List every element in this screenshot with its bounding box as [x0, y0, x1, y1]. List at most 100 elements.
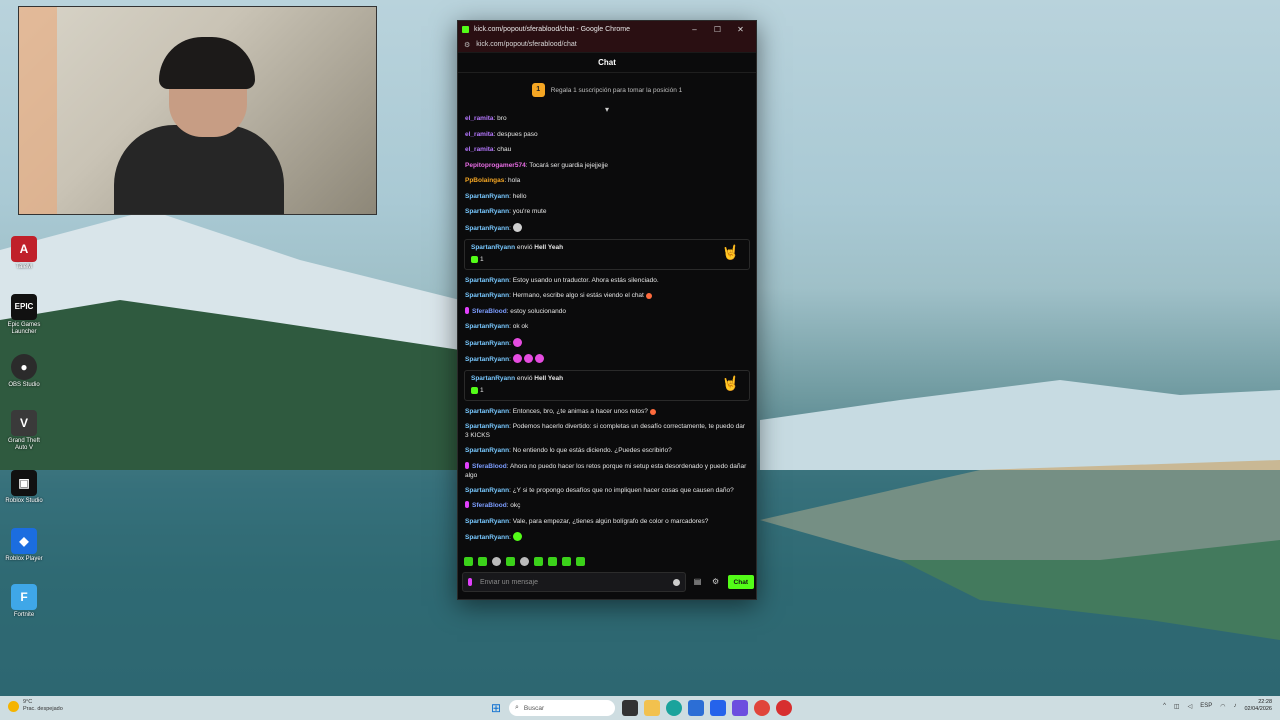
address-bar[interactable]: ⚙ kick.com/popout/sferablood/chat	[458, 37, 756, 53]
chat-username[interactable]: SpartanRyann	[465, 518, 509, 525]
emote-button[interactable]	[534, 557, 543, 566]
desktop-icon-obs[interactable]: ● OBS Studio	[4, 354, 44, 389]
emote-button[interactable]	[562, 557, 571, 566]
chat-username[interactable]: SpartanRyann	[465, 193, 509, 200]
emote-button[interactable]	[520, 557, 529, 566]
chat-text: Vale, para empezar, ¿tienes algún bolígr…	[512, 517, 709, 525]
task-view-icon[interactable]	[622, 700, 638, 716]
emote-button[interactable]	[576, 557, 585, 566]
chat-emote-icon[interactable]	[512, 337, 522, 347]
edge-icon[interactable]	[666, 700, 682, 716]
kick-gift-icon	[471, 386, 478, 394]
chat-text: estoy solucionando	[510, 307, 566, 315]
desktop-icon-fortnite[interactable]: F Fortnite	[4, 584, 44, 619]
chat-text: Tocará ser guardia jejejjejje	[529, 161, 608, 169]
chat-emote-icon[interactable]	[512, 532, 522, 541]
store-icon[interactable]: ▤	[692, 576, 704, 588]
chat-username[interactable]: SpartanRyann	[465, 447, 509, 454]
chat-username[interactable]: SpartanRyann	[465, 356, 509, 363]
settings-gear-icon[interactable]: ⚙	[710, 576, 722, 588]
chat-username[interactable]: SpartanRyann	[465, 423, 509, 430]
chat-username[interactable]: SpartanRyann	[465, 208, 509, 215]
chat-input-box[interactable]	[462, 572, 686, 592]
fortnite-icon: F	[11, 584, 37, 610]
site-info-icon[interactable]: ⚙	[464, 41, 470, 49]
chat-emote-icon[interactable]	[534, 353, 544, 363]
desktop-icon-talem[interactable]: A TaleM	[4, 236, 44, 271]
close-button[interactable]: ✕	[729, 25, 752, 34]
chat-message: SpartanRyann: ¿Y si te propongo desafíos…	[465, 486, 734, 494]
chat-username[interactable]: el_ramita	[465, 131, 494, 138]
chat-username[interactable]: SpartanRyann	[465, 487, 509, 494]
rock-hand-icon: 🤘	[721, 374, 739, 391]
chat-username[interactable]: SferaBlood	[472, 308, 507, 315]
wifi-icon[interactable]: ◠	[1220, 703, 1225, 710]
chat-username[interactable]: SferaBlood	[472, 463, 507, 470]
gift-user[interactable]: SpartanRyann	[471, 244, 515, 251]
chat-text: hola	[508, 177, 521, 184]
store-app-icon[interactable]	[688, 700, 704, 716]
windows-start-icon[interactable]: ⊞	[491, 702, 503, 714]
chat-username[interactable]: el_ramita	[465, 146, 494, 153]
chat-username[interactable]: SpartanRyann	[465, 292, 509, 299]
emote-button[interactable]	[478, 557, 487, 566]
chat-message: SpartanRyann: Podemos hacerlo divertido:…	[465, 423, 746, 439]
desktop-icon-gta[interactable]: V Grand Theft Auto V	[4, 410, 44, 452]
chat-input[interactable]	[480, 578, 673, 586]
window-titlebar[interactable]: kick.com/popout/sferablood/chat - Google…	[458, 21, 756, 37]
network-icon[interactable]: ◫	[1174, 703, 1180, 710]
chat-username[interactable]: SpartanRyann	[465, 340, 509, 347]
mail-icon[interactable]	[710, 700, 726, 716]
minimize-button[interactable]: –	[683, 25, 706, 34]
clock[interactable]: 22:28 02/04/2026	[1244, 699, 1272, 713]
desktop-icon-epic-games[interactable]: EPIC Epic Games Launcher	[4, 294, 44, 336]
emote-button[interactable]	[492, 557, 501, 566]
chat-username[interactable]: PpBolaingas	[465, 177, 504, 184]
chat-username[interactable]: Pepitoprogamer574	[465, 162, 526, 169]
taskbar-search[interactable]: ⌕ Buscar	[509, 700, 615, 716]
emote-button[interactable]	[548, 557, 557, 566]
chat-username[interactable]: SpartanRyann	[465, 277, 509, 284]
speaker-icon[interactable]: ♪	[1233, 703, 1236, 709]
desktop-icon-roblox-studio[interactable]: ▣ Roblox Studio	[4, 470, 44, 505]
emote-button[interactable]	[464, 557, 473, 566]
chat-message: Pepitoprogamer574: Tocará ser guardia je…	[465, 161, 608, 169]
chat-username[interactable]: SpartanRyann	[465, 225, 509, 232]
gta-icon: V	[11, 410, 37, 436]
send-chat-button[interactable]: Chat	[727, 575, 754, 589]
subscription-leaderboard-banner[interactable]: 1 Regala 1 suscripción para tomar la pos…	[458, 73, 756, 107]
language-indicator[interactable]: ESP	[1200, 703, 1212, 709]
chat-message: PpBolaingas: hola	[465, 177, 521, 184]
chat-emote-icon[interactable]	[512, 222, 522, 232]
chat-username[interactable]: SferaBlood	[472, 502, 507, 509]
gift-user[interactable]: SpartanRyann	[471, 375, 515, 382]
search-icon: ⌕	[515, 704, 519, 711]
chat-header: Chat	[458, 53, 756, 73]
discord-icon[interactable]	[732, 700, 748, 716]
chat-message: SpartanRyann:	[464, 220, 750, 236]
system-tray: ^ ◫ ◁ ESP ◠ ♪ 22:28 02/04/2026	[1163, 699, 1272, 713]
desktop-icon-roblox-player[interactable]: ◆ Roblox Player	[4, 528, 44, 563]
volume-icon[interactable]: ◁	[1188, 703, 1193, 710]
chrome-icon[interactable]	[754, 700, 770, 716]
emote-button[interactable]	[506, 557, 515, 566]
maximize-button[interactable]: ☐	[706, 25, 729, 34]
chat-username[interactable]: SpartanRyann	[465, 408, 509, 415]
weather-widget[interactable]: 9°C Prac. despejado	[8, 699, 63, 713]
chat-message: el_ramita: bro	[465, 115, 507, 122]
chat-message: SpartanRyann: Hermano, escribe algo si e…	[464, 288, 750, 304]
chat-emote-icon[interactable]	[512, 353, 522, 363]
chat-text: Entonces, bro, ¿te animas a hacer unos r…	[512, 407, 648, 415]
chat-username[interactable]: SpartanRyann	[465, 323, 509, 330]
gift-verb: envió	[516, 243, 533, 251]
chat-message: SferaBlood: Ahora no puedo hacer los ret…	[465, 461, 747, 479]
tray-chevron-icon[interactable]: ^	[1163, 703, 1166, 709]
chat-emote-icon[interactable]	[523, 353, 533, 363]
obs-taskbar-icon[interactable]	[776, 700, 792, 716]
chat-username[interactable]: SpartanRyann	[465, 534, 509, 541]
emoji-picker-icon[interactable]	[672, 578, 680, 586]
weather-sun-icon	[8, 700, 19, 712]
file-explorer-icon[interactable]	[644, 700, 660, 716]
chat-text: you're mute	[512, 208, 547, 215]
chat-username[interactable]: el_ramita	[465, 115, 494, 122]
